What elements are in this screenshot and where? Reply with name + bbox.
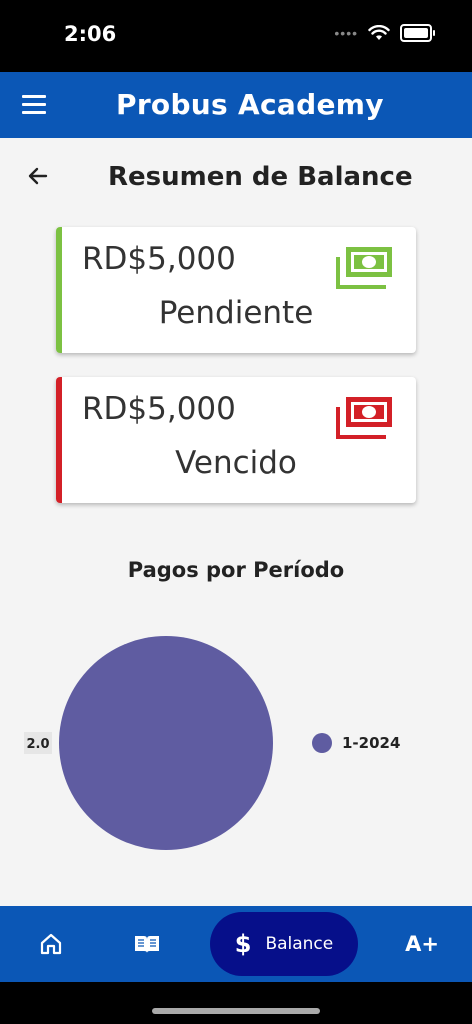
status-icons: •••• bbox=[334, 24, 435, 42]
nav-font-size[interactable]: A+ bbox=[396, 906, 448, 982]
card-accent bbox=[56, 227, 62, 353]
app-title: Probus Academy bbox=[116, 88, 384, 121]
home-bar-area bbox=[0, 982, 472, 1024]
pie-slice[interactable] bbox=[59, 636, 273, 850]
nav-balance-label: Balance bbox=[265, 934, 334, 954]
signal-icon: •••• bbox=[334, 25, 358, 41]
home-icon bbox=[40, 933, 62, 955]
pending-amount: RD$5,000 bbox=[82, 241, 236, 277]
wifi-icon bbox=[368, 25, 390, 40]
chart-title: Pagos por Período bbox=[127, 558, 345, 582]
money-icon bbox=[336, 397, 392, 439]
money-icon bbox=[336, 247, 392, 289]
legend-label: 1-2024 bbox=[342, 734, 400, 752]
home-indicator bbox=[152, 1008, 320, 1014]
bottom-nav: $ Balance A+ bbox=[0, 906, 472, 982]
pending-label: Pendiente bbox=[158, 295, 314, 331]
font-size-icon: A+ bbox=[405, 932, 439, 956]
slice-value-label: 2.0 bbox=[26, 737, 49, 752]
menu-icon[interactable] bbox=[22, 95, 46, 115]
page-header: Resumen de Balance bbox=[0, 150, 472, 206]
legend-marker bbox=[312, 733, 332, 753]
nav-courses[interactable] bbox=[120, 906, 174, 982]
nav-home[interactable] bbox=[26, 906, 76, 982]
nav-balance[interactable]: $ Balance bbox=[210, 912, 358, 976]
status-time: 2:06 bbox=[64, 22, 117, 46]
card-accent bbox=[56, 377, 62, 503]
overdue-amount: RD$5,000 bbox=[82, 391, 236, 427]
battery-icon bbox=[400, 24, 435, 42]
dollar-icon: $ bbox=[234, 930, 252, 958]
book-icon bbox=[135, 936, 159, 953]
payments-pie-chart: 2.0 1-2024 bbox=[24, 636, 400, 850]
back-arrow-icon[interactable] bbox=[24, 162, 52, 190]
app-bar: Probus Academy bbox=[0, 72, 472, 138]
page-title: Resumen de Balance bbox=[108, 162, 413, 192]
status-bar: 2:06 •••• bbox=[0, 0, 472, 72]
overdue-balance-card[interactable]: RD$5,000 Vencido bbox=[56, 377, 416, 503]
overdue-label: Vencido bbox=[175, 445, 297, 481]
pending-balance-card[interactable]: RD$5,000 Pendiente bbox=[56, 227, 416, 353]
